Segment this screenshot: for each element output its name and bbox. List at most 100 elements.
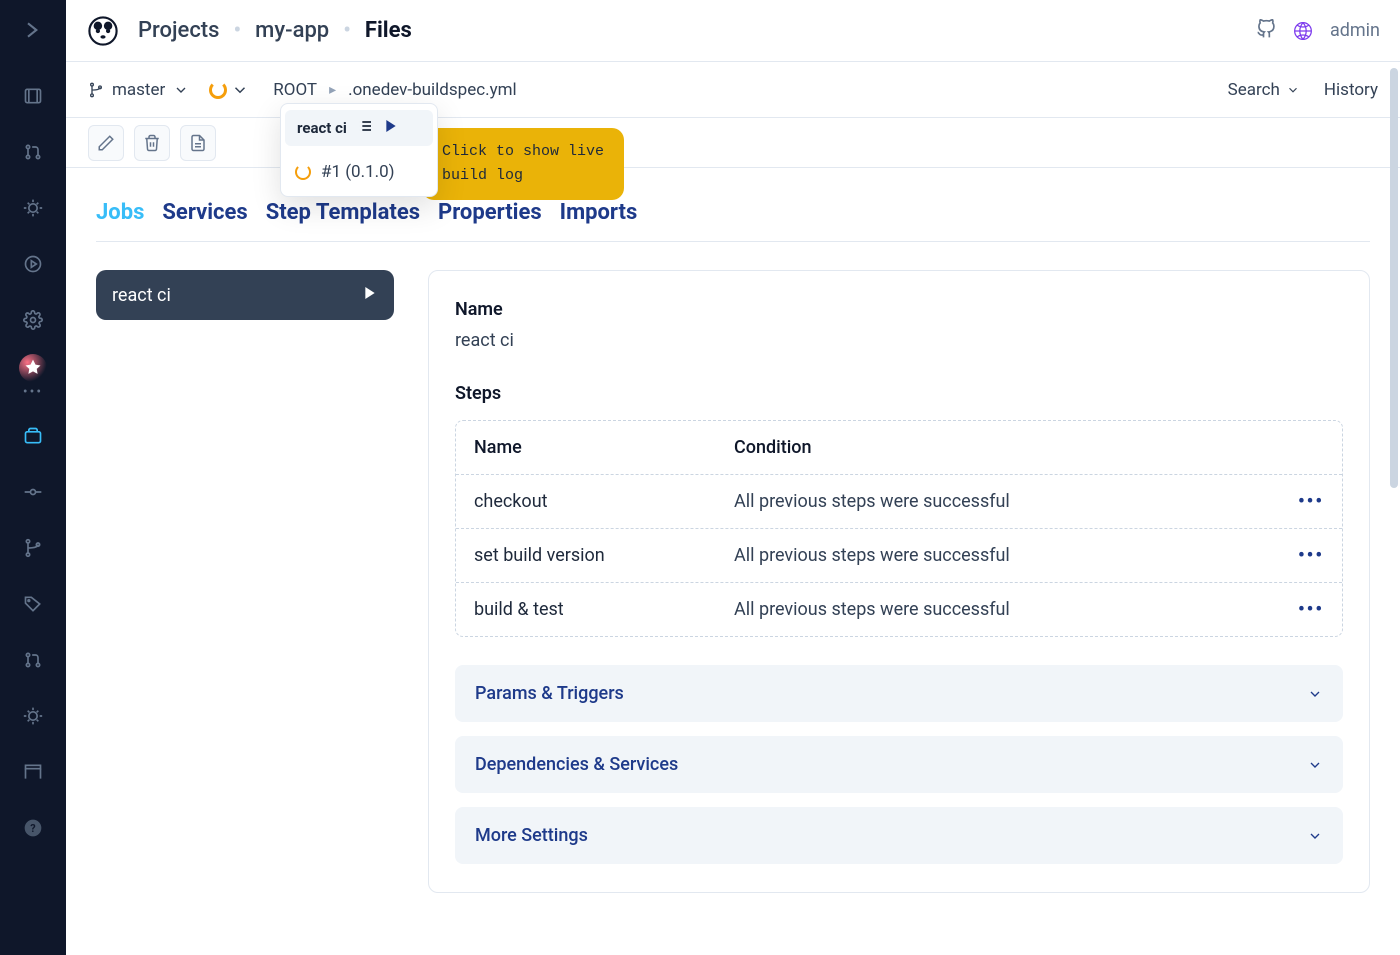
- breadcrumb-sep: •: [233, 18, 241, 43]
- branch-selector[interactable]: master: [88, 80, 189, 100]
- tab-jobs[interactable]: Jobs: [96, 200, 144, 225]
- name-label: Name: [455, 299, 1343, 320]
- left-sidebar: ••• ?: [0, 0, 66, 955]
- build-dropdown: react ci #1 (0.1.0): [280, 103, 438, 197]
- sidebar-item-settings[interactable]: [11, 298, 55, 342]
- accordion-more-settings[interactable]: More Settings: [455, 807, 1343, 864]
- chevron-down-icon: [1286, 83, 1300, 97]
- breadcrumb-projects[interactable]: Projects: [138, 18, 219, 43]
- steps-header-name: Name: [474, 437, 734, 458]
- spinner-icon: [295, 164, 311, 180]
- breadcrumb: Projects • my-app • Files: [138, 18, 412, 43]
- globe-icon[interactable]: [1290, 18, 1316, 44]
- branch-name: master: [112, 80, 165, 100]
- accordion-dependencies-services[interactable]: Dependencies & Services: [455, 736, 1343, 793]
- path-sep-icon: ▸: [329, 82, 336, 98]
- accordion-label: Dependencies & Services: [475, 754, 678, 775]
- header-right: admin: [1256, 18, 1380, 44]
- chevron-down-icon: [1307, 686, 1323, 702]
- svg-text:?: ?: [30, 822, 35, 835]
- dropdown-build-label: #1 (0.1.0): [321, 162, 395, 182]
- breadcrumb-current: Files: [365, 18, 412, 43]
- sidebar-item-pr2[interactable]: [11, 638, 55, 682]
- step-condition: All previous steps were successful: [734, 491, 1298, 512]
- step-condition: All previous steps were successful: [734, 599, 1298, 620]
- edit-button[interactable]: [88, 125, 124, 161]
- tab-imports[interactable]: Imports: [560, 200, 638, 225]
- sidebar-item-tags[interactable]: [11, 582, 55, 626]
- scrollbar[interactable]: [1386, 68, 1400, 955]
- content-row: react ci Name react ci Steps Name Condit…: [96, 270, 1370, 893]
- breadcrumb-sep: •: [343, 18, 351, 43]
- history-link[interactable]: History: [1324, 80, 1378, 100]
- job-list: react ci: [96, 270, 394, 893]
- job-pill-label: react ci: [112, 285, 171, 306]
- app-logo-icon[interactable]: [11, 8, 55, 52]
- detail-panel: Name react ci Steps Name Condition check…: [428, 270, 1370, 893]
- sidebar-item-board[interactable]: [11, 74, 55, 118]
- sidebar-item-rocket[interactable]: [19, 354, 47, 382]
- sidebar-item-reports[interactable]: [11, 750, 55, 794]
- raw-button[interactable]: [180, 125, 216, 161]
- dropdown-build-item[interactable]: #1 (0.1.0): [281, 148, 437, 192]
- chevron-down-icon: [1307, 757, 1323, 773]
- sidebar-item-branches[interactable]: [11, 526, 55, 570]
- table-row: build & test All previous steps were suc…: [456, 583, 1342, 636]
- more-icon[interactable]: •••: [1298, 545, 1324, 566]
- search-label: Search: [1228, 80, 1280, 100]
- accordion-label: Params & Triggers: [475, 683, 624, 704]
- more-icon[interactable]: •••: [1298, 491, 1324, 512]
- tab-services[interactable]: Services: [162, 200, 247, 225]
- chevron-down-icon: [173, 82, 189, 98]
- toolbar: [66, 118, 1400, 168]
- tab-properties[interactable]: Properties: [438, 200, 542, 225]
- play-icon[interactable]: [362, 285, 378, 306]
- sidebar-item-help[interactable]: ?: [11, 806, 55, 850]
- file-path: ROOT ▸ .onedev-buildspec.yml: [273, 80, 516, 100]
- table-row: set build version All previous steps wer…: [456, 529, 1342, 583]
- user-label[interactable]: admin: [1330, 20, 1380, 41]
- callout-tooltip: Click to show live build log: [422, 128, 624, 200]
- search-link[interactable]: Search: [1228, 80, 1300, 100]
- sidebar-item-builds[interactable]: [11, 242, 55, 286]
- subheader: master ROOT ▸ .onedev-buildspec.yml Sear…: [66, 62, 1400, 118]
- chevron-down-icon: [1307, 828, 1323, 844]
- header: Projects • my-app • Files admin: [66, 0, 1400, 62]
- steps-header-condition: Condition: [734, 437, 1324, 458]
- table-row: checkout All previous steps were success…: [456, 475, 1342, 529]
- accordion-params-triggers[interactable]: Params & Triggers: [455, 665, 1343, 722]
- sidebar-more-dots[interactable]: •••: [23, 384, 43, 400]
- play-icon: [383, 118, 399, 138]
- job-pill[interactable]: react ci: [96, 270, 394, 320]
- list-icon: [357, 118, 373, 138]
- steps-header-row: Name Condition: [456, 421, 1342, 475]
- sidebar-item-bug[interactable]: [11, 694, 55, 738]
- sidebar-item-files[interactable]: [11, 414, 55, 458]
- github-icon[interactable]: [1256, 19, 1276, 43]
- steps-table: Name Condition checkout All previous ste…: [455, 420, 1343, 637]
- step-name: build & test: [474, 599, 734, 620]
- main-content: Jobs Services Step Templates Properties …: [66, 168, 1400, 955]
- delete-button[interactable]: [134, 125, 170, 161]
- chevron-down-icon: [231, 81, 249, 99]
- dropdown-job-name: react ci: [297, 119, 347, 137]
- tab-step-templates[interactable]: Step Templates: [266, 200, 420, 225]
- build-status-dropdown[interactable]: [209, 81, 249, 99]
- path-file[interactable]: .onedev-buildspec.yml: [348, 80, 517, 100]
- step-name: set build version: [474, 545, 734, 566]
- sidebar-item-issues[interactable]: [11, 186, 55, 230]
- sidebar-item-commits[interactable]: [11, 470, 55, 514]
- project-logo-icon[interactable]: [86, 14, 120, 48]
- dropdown-header[interactable]: react ci: [285, 110, 433, 146]
- step-condition: All previous steps were successful: [734, 545, 1298, 566]
- scrollbar-thumb[interactable]: [1390, 68, 1398, 488]
- callout-line2: build log: [442, 164, 604, 188]
- subheader-right: Search History: [1228, 80, 1378, 100]
- name-value: react ci: [455, 330, 1343, 351]
- steps-label: Steps: [455, 383, 1343, 404]
- tabs: Jobs Services Step Templates Properties …: [96, 200, 1370, 242]
- more-icon[interactable]: •••: [1298, 599, 1324, 620]
- sidebar-item-pull-requests[interactable]: [11, 130, 55, 174]
- breadcrumb-project-name[interactable]: my-app: [255, 18, 329, 43]
- path-root[interactable]: ROOT: [273, 80, 317, 100]
